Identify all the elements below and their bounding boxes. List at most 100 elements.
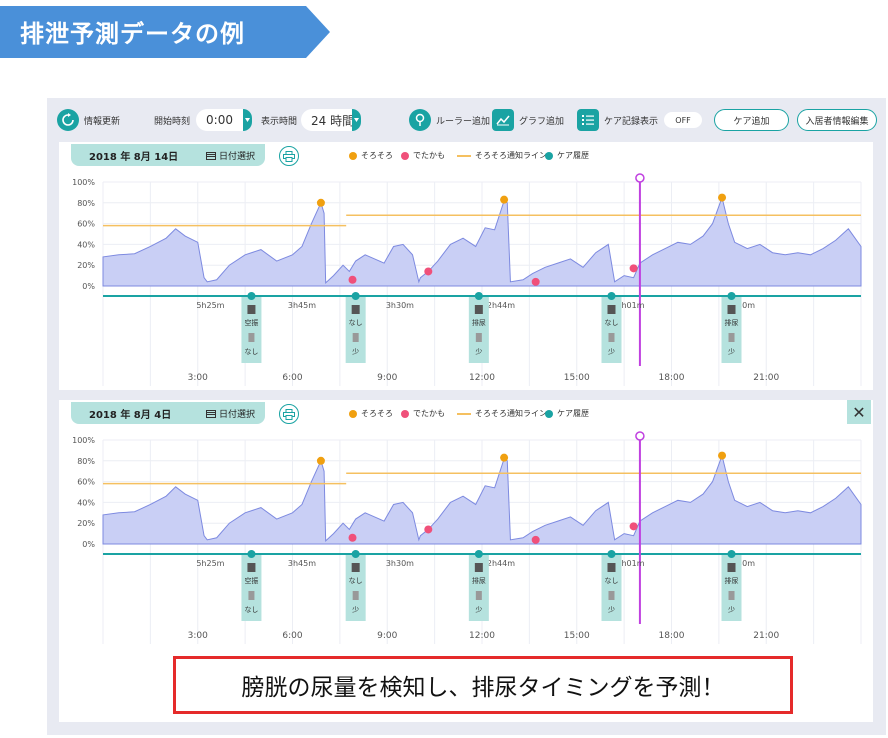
care-record-toggle[interactable]: OFF bbox=[664, 112, 703, 128]
x-tick-label: 3:00 bbox=[188, 373, 208, 383]
start-time-label: 開始時刻 bbox=[154, 116, 191, 127]
legend-care-history-label: ケア履歴 bbox=[557, 409, 589, 418]
x-tick-label: 6:00 bbox=[282, 373, 302, 383]
diaper-icon bbox=[247, 563, 256, 572]
x-tick-label: 3:00 bbox=[188, 631, 208, 641]
date-select-button[interactable]: 日付選択 bbox=[205, 149, 255, 162]
care-event-marker bbox=[727, 292, 736, 300]
care-event-type: 排尿 bbox=[725, 576, 739, 585]
diaper-icon bbox=[351, 563, 360, 572]
care-event-type: 排尿 bbox=[472, 576, 486, 585]
care-record-control: ケア記録表示 OFF bbox=[577, 109, 703, 131]
y-tick-label: 80% bbox=[77, 457, 95, 466]
date-tab: 2018 年 8月 14日 日付選択 bbox=[71, 144, 265, 166]
care-event-type: 空振 bbox=[244, 318, 258, 327]
y-tick-label: 60% bbox=[77, 478, 95, 487]
calendar-icon bbox=[205, 151, 216, 160]
chart-panel-1: 2018 年 8月 14日 日付選択 そろそろ でたかも そろそろ通知ライン ケ… bbox=[59, 142, 873, 390]
x-tick-label: 15:00 bbox=[564, 373, 590, 383]
care-event-marker bbox=[247, 550, 256, 558]
close-button[interactable]: ✕ bbox=[847, 400, 871, 424]
legend-line-yellow bbox=[457, 412, 471, 415]
x-tick-label: 18:00 bbox=[659, 631, 685, 641]
chart-svg: 100%80%60%40%20%0%5h25m 3h45m 3h30m 2h44m 3h… bbox=[72, 431, 862, 644]
volume-icon bbox=[728, 333, 735, 342]
y-tick-label: 80% bbox=[77, 199, 95, 208]
display-time-group: 表示時間 24 時間 bbox=[261, 109, 362, 131]
resident-edit-button[interactable]: 入居者情報編集 bbox=[797, 109, 877, 131]
legend-sorosoro-label: そろそろ bbox=[361, 409, 393, 418]
graph-add-label: グラフ追加 bbox=[519, 116, 565, 127]
legend-care-history: ケア履歴 bbox=[545, 408, 589, 419]
diaper-icon bbox=[474, 305, 483, 314]
x-tick-label: 21:00 bbox=[753, 631, 779, 641]
care-event-type: 空振 bbox=[244, 576, 258, 585]
print-icon[interactable] bbox=[279, 404, 299, 424]
legend-sorosoro: そろそろ bbox=[349, 150, 393, 161]
y-tick-label: 40% bbox=[77, 498, 95, 507]
interval-label: 3h45m bbox=[288, 301, 316, 310]
care-event-volume: なし bbox=[244, 348, 258, 356]
date-select-label: 日付選択 bbox=[218, 151, 255, 162]
sorosoro-point bbox=[718, 451, 727, 460]
detakamo-point bbox=[629, 264, 638, 273]
y-tick-label: 100% bbox=[72, 436, 95, 445]
graph-add-button[interactable]: グラフ追加 bbox=[492, 109, 564, 131]
care-event-type: 排尿 bbox=[725, 318, 739, 327]
sorosoro-point bbox=[500, 453, 509, 462]
legend-dot-teal bbox=[545, 409, 553, 418]
legend-care-history-label: ケア履歴 bbox=[557, 151, 589, 160]
toolbar: 情報更新 開始時刻 0:00 表示時間 24 時間 ルーラー追加 グラフ追加 ケ… bbox=[47, 98, 886, 142]
date-select-button[interactable]: 日付選択 bbox=[205, 407, 255, 420]
care-record-label: ケア記録表示 bbox=[604, 116, 659, 127]
care-event-volume: 少 bbox=[608, 606, 615, 614]
x-tick-label: 6:00 bbox=[282, 631, 302, 641]
ruler-add-button[interactable]: ルーラー追加 bbox=[409, 109, 490, 131]
refresh-icon[interactable] bbox=[57, 109, 79, 131]
care-event-type: 排尿 bbox=[472, 318, 486, 327]
chart-svg: 100%80%60%40%20%0%5h25m 3h45m 3h30m 2h44m 3h… bbox=[72, 173, 862, 386]
list-icon bbox=[577, 109, 599, 131]
volume-icon bbox=[608, 591, 615, 600]
refresh-label: 情報更新 bbox=[84, 116, 121, 127]
x-tick-label: 9:00 bbox=[377, 373, 397, 383]
x-tick-label: 12:00 bbox=[469, 373, 495, 383]
title-banner: 排泄予測データの例 bbox=[0, 6, 330, 58]
detakamo-point bbox=[531, 277, 540, 286]
x-tick-label: 12:00 bbox=[469, 631, 495, 641]
sorosoro-point bbox=[316, 456, 325, 465]
volume-icon bbox=[608, 333, 615, 342]
start-time-select[interactable]: 0:00 bbox=[196, 109, 253, 131]
y-tick-label: 0% bbox=[82, 282, 95, 291]
interval-label: 3h30m bbox=[386, 301, 414, 310]
legend-line-yellow bbox=[457, 154, 471, 157]
ruler-cursor-handle bbox=[635, 173, 645, 183]
print-icon[interactable] bbox=[279, 146, 299, 166]
volume-icon bbox=[248, 591, 255, 600]
date-label: 2018 年 8月 4日 bbox=[89, 409, 172, 421]
caption-box: 膀胱の尿量を検知し、排尿タイミングを予測！ bbox=[173, 656, 793, 714]
ruler-cursor-handle bbox=[635, 431, 645, 441]
care-event-marker bbox=[351, 292, 360, 300]
legend-notify-line: そろそろ通知ライン bbox=[457, 408, 547, 419]
legend-dot-orange bbox=[349, 409, 357, 418]
diaper-icon bbox=[474, 563, 483, 572]
legend-detakamo-label: でたかも bbox=[413, 151, 445, 160]
display-time-select[interactable]: 24 時間 bbox=[301, 109, 362, 131]
chevron-down-icon[interactable] bbox=[243, 109, 253, 131]
care-event-volume: 少 bbox=[352, 348, 359, 356]
legend-sorosoro-label: そろそろ bbox=[361, 151, 393, 160]
app-frame: 情報更新 開始時刻 0:00 表示時間 24 時間 ルーラー追加 グラフ追加 ケ… bbox=[47, 98, 886, 735]
date-select-label: 日付選択 bbox=[218, 409, 255, 420]
care-event-marker bbox=[607, 292, 616, 300]
legend-dot-pink bbox=[401, 409, 409, 418]
legend-detakamo: でたかも bbox=[401, 150, 445, 161]
detakamo-point bbox=[531, 535, 540, 544]
refresh-control[interactable]: 情報更新 bbox=[57, 109, 120, 131]
care-event-volume: 少 bbox=[475, 606, 482, 614]
date-tab: 2018 年 8月 4日 日付選択 bbox=[71, 402, 265, 424]
care-add-button[interactable]: ケア追加 bbox=[714, 109, 789, 131]
interval-label: 2h44m bbox=[487, 559, 515, 568]
chevron-down-icon[interactable] bbox=[352, 109, 362, 131]
volume-icon bbox=[352, 333, 359, 342]
